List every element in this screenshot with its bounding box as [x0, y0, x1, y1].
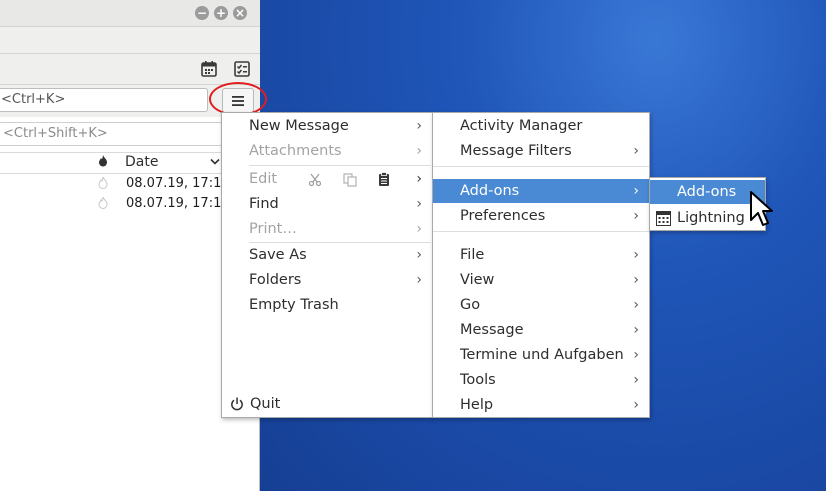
date-column-header[interactable]: Date	[125, 154, 158, 170]
chevron-right-icon: ›	[633, 183, 639, 199]
menu-item-new-message[interactable]: New Message ›	[222, 114, 432, 138]
task-list-icon[interactable]	[233, 60, 251, 78]
close-button[interactable]: ×	[233, 6, 247, 20]
menu-item-folders[interactable]: Folders ›	[222, 268, 432, 292]
menu-item-add-ons-manager[interactable]: Add-ons	[650, 180, 765, 204]
junk-column-icon[interactable]	[98, 155, 108, 170]
menu-item-message[interactable]: Message ›	[433, 318, 649, 342]
chevron-right-icon: ›	[633, 347, 639, 363]
lightning-calendar-icon	[656, 211, 671, 226]
menu-item-file[interactable]: File ›	[433, 243, 649, 267]
menu-item-add-ons[interactable]: Add-ons ›	[433, 179, 649, 203]
copy-icon[interactable]	[343, 173, 357, 187]
row-date: 08.07.19, 17:12	[126, 196, 230, 211]
menu-item-print[interactable]: Print… ›	[222, 217, 432, 241]
junk-status-icon[interactable]	[98, 176, 108, 192]
menu-separator	[249, 165, 431, 166]
calendar-icon[interactable]	[200, 60, 218, 78]
chevron-right-icon: ›	[416, 247, 422, 263]
menu-item-activity-manager[interactable]: Activity Manager	[433, 114, 649, 138]
chevron-right-icon: ›	[633, 322, 639, 338]
menu-item-view[interactable]: View ›	[433, 268, 649, 292]
menu-item-tools[interactable]: Tools ›	[433, 368, 649, 392]
highlight-annotation	[209, 82, 267, 116]
menu-item-empty-trash[interactable]: Empty Trash	[222, 293, 432, 317]
chevron-right-icon: ›	[416, 221, 422, 237]
minimize-button[interactable]: −	[195, 6, 209, 20]
menu-item-go[interactable]: Go ›	[433, 293, 649, 317]
chevron-right-icon: ›	[633, 247, 639, 263]
junk-status-icon[interactable]	[98, 196, 108, 212]
chevron-right-icon: ›	[633, 372, 639, 388]
app-menu: New Message › Attachments › Edit › Find …	[221, 112, 433, 418]
chevron-right-icon: ›	[633, 143, 639, 159]
tab-bar	[0, 27, 260, 54]
menu-item-termine-und-aufgaben[interactable]: Termine und Aufgaben ›	[433, 343, 649, 367]
menu-item-help[interactable]: Help ›	[433, 393, 649, 417]
chevron-right-icon: ›	[633, 272, 639, 288]
chevron-right-icon: ›	[633, 397, 639, 413]
chevron-down-icon[interactable]	[210, 158, 220, 166]
menu-item-lightning[interactable]: Lightning	[650, 206, 765, 230]
chevron-right-icon: ›	[416, 143, 422, 159]
quick-filter-input[interactable]: <Ctrl+Shift+K>	[0, 122, 228, 146]
mouse-cursor-icon	[750, 191, 773, 226]
chevron-right-icon: ›	[416, 118, 422, 134]
chevron-right-icon: ›	[416, 196, 422, 212]
chevron-right-icon: ›	[633, 208, 639, 224]
tools-submenu: Activity Manager Message Filters › Add-o…	[432, 112, 650, 418]
menu-item-preferences[interactable]: Preferences ›	[433, 204, 649, 228]
menu-item-quit[interactable]: Quit	[222, 392, 432, 416]
toolbar	[0, 54, 260, 85]
paste-icon[interactable]	[377, 172, 391, 187]
menu-separator	[433, 166, 649, 167]
chevron-right-icon: ›	[416, 272, 422, 288]
menu-item-save-as[interactable]: Save As ›	[222, 243, 432, 267]
menu-item-attachments[interactable]: Attachments ›	[222, 139, 432, 163]
title-bar: − + ×	[0, 0, 260, 27]
menu-item-message-filters[interactable]: Message Filters ›	[433, 139, 649, 163]
menu-separator	[433, 231, 649, 232]
chevron-right-icon: ›	[633, 297, 639, 313]
menu-item-find[interactable]: Find ›	[222, 192, 432, 216]
power-icon	[231, 397, 243, 411]
menu-item-edit[interactable]: Edit ›	[222, 167, 432, 191]
row-date: 08.07.19, 17:12	[126, 176, 230, 191]
maximize-button[interactable]: +	[214, 6, 228, 20]
search-input[interactable]: <Ctrl+K>	[0, 88, 208, 112]
chevron-right-icon: ›	[416, 171, 422, 187]
cut-icon[interactable]	[308, 173, 322, 187]
